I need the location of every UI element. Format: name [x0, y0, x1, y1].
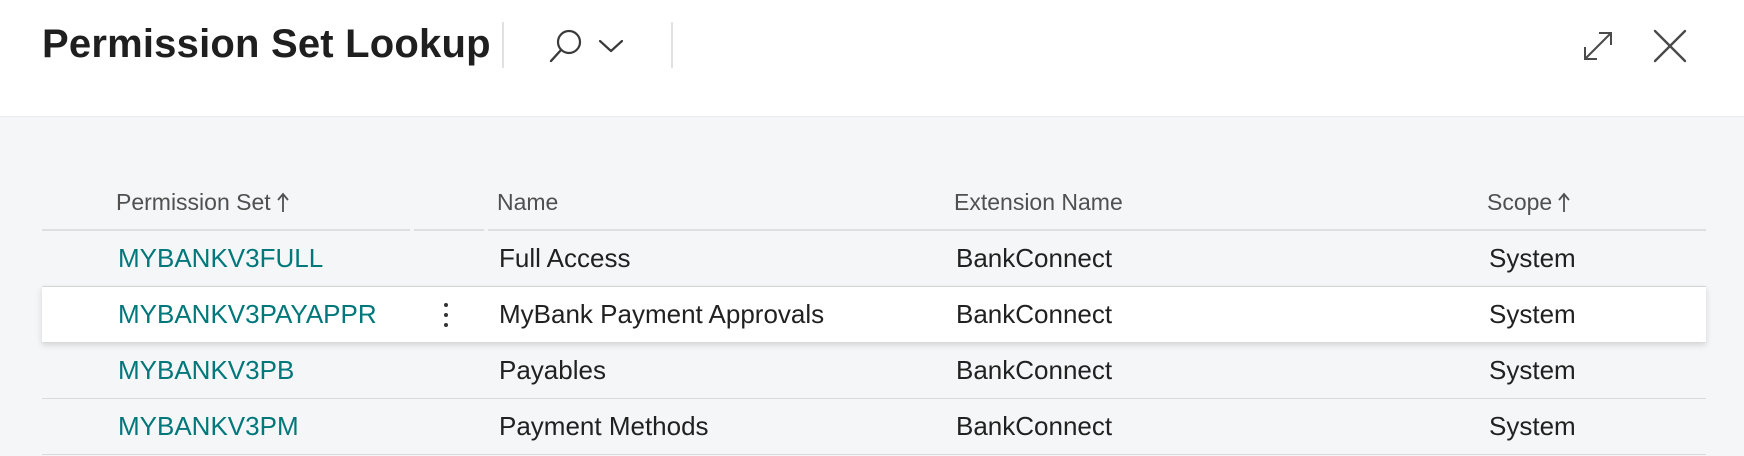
- row-actions-menu-icon[interactable]: [432, 295, 460, 335]
- column-header-extension-name[interactable]: Extension Name: [954, 189, 1123, 216]
- extension-name-cell: BankConnect: [956, 243, 1113, 273]
- extension-name-cell: BankConnect: [956, 411, 1113, 441]
- permission-set-table: Permission Set Name Extension Name Scope: [42, 177, 1706, 455]
- scope-cell: System: [1489, 355, 1576, 385]
- permission-set-link[interactable]: MYBANKV3FULL: [118, 243, 323, 274]
- extension-name-cell: BankConnect: [956, 299, 1113, 329]
- chevron-down-icon[interactable]: [598, 38, 624, 54]
- permission-set-link[interactable]: MYBANKV3PM: [118, 411, 299, 442]
- name-cell: MyBank Payment Approvals: [499, 299, 825, 329]
- column-header-name[interactable]: Name: [497, 189, 558, 216]
- table-row-selected[interactable]: MYBANKV3PAYAPPR MyBank Payment Approvals…: [42, 287, 1706, 343]
- name-cell: Payables: [499, 355, 606, 385]
- name-cell: Payment Methods: [499, 411, 709, 441]
- name-cell: Full Access: [499, 243, 631, 273]
- permission-set-link[interactable]: MYBANKV3PAYAPPR: [118, 299, 377, 330]
- sort-ascending-icon: [276, 192, 289, 212]
- permission-set-link[interactable]: MYBANKV3PB: [118, 355, 294, 386]
- table-header-row: Permission Set Name Extension Name Scope: [42, 177, 1706, 231]
- scope-cell: System: [1489, 243, 1576, 273]
- search-icon: [549, 29, 582, 63]
- column-header-permission-set[interactable]: Permission Set: [116, 189, 289, 216]
- table-row[interactable]: MYBANKV3FULL Full Access BankConnect Sys…: [42, 231, 1706, 287]
- column-header-scope[interactable]: Scope: [1487, 189, 1570, 216]
- header-divider: [502, 22, 504, 68]
- close-button[interactable]: [1646, 22, 1694, 70]
- scope-cell: System: [1489, 299, 1576, 329]
- expand-button[interactable]: [1574, 22, 1622, 70]
- header-divider: [671, 22, 673, 68]
- table-row[interactable]: MYBANKV3PB Payables BankConnect System: [42, 343, 1706, 399]
- close-icon: [1653, 29, 1687, 63]
- page-title: Permission Set Lookup: [42, 22, 491, 66]
- content-area: Permission Set Name Extension Name Scope: [0, 117, 1744, 456]
- scope-cell: System: [1489, 411, 1576, 441]
- lookup-header: Permission Set Lookup: [0, 0, 1744, 117]
- sort-ascending-icon: [1558, 192, 1570, 212]
- search-button[interactable]: [548, 24, 632, 68]
- table-row[interactable]: MYBANKV3PM Payment Methods BankConnect S…: [42, 399, 1706, 455]
- extension-name-cell: BankConnect: [956, 355, 1113, 385]
- expand-icon: [1584, 32, 1612, 60]
